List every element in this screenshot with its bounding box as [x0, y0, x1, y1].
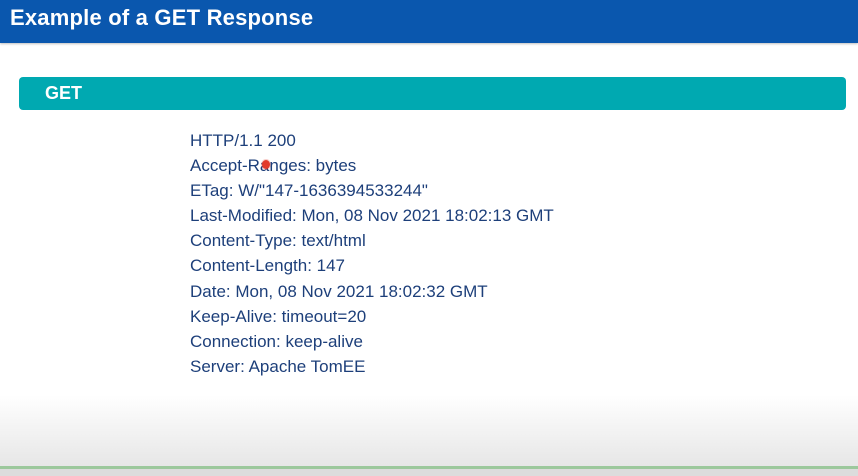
response-header-etag: ETag: W/"147-1636394533244": [190, 181, 428, 201]
response-header-connection: Connection: keep-alive: [190, 331, 363, 351]
response-header-server: Server: Apache TomEE: [190, 356, 366, 376]
bottom-gradient: [0, 395, 858, 468]
response-header-accept-ranges: Accept-Ranges: bytes: [190, 156, 357, 176]
response-header-content-length: Content-Length: 147: [190, 256, 346, 276]
response-header-content-type: Content-Type: text/html: [190, 231, 366, 251]
get-method-label: GET: [45, 83, 83, 103]
response-header-keep-alive: Keep-Alive: timeout=20: [190, 306, 367, 326]
bottom-strip: [0, 469, 858, 476]
response-headers-block: HTTP/1.1 200 Accept-Ranges: bytes ETag: …: [190, 128, 554, 379]
pointer-cursor-icon: [262, 160, 270, 169]
get-method-banner: GET: [19, 77, 846, 110]
response-header-date: Date: Mon, 08 Nov 2021 18:02:32 GMT: [190, 281, 488, 301]
response-status-line: HTTP/1.1 200: [190, 131, 296, 150]
response-header-last-modified: Last-Modified: Mon, 08 Nov 2021 18:02:13…: [190, 206, 554, 226]
slide-title-bar: Example of a GET Response: [0, 0, 858, 43]
slide-title: Example of a GET Response: [10, 5, 314, 30]
